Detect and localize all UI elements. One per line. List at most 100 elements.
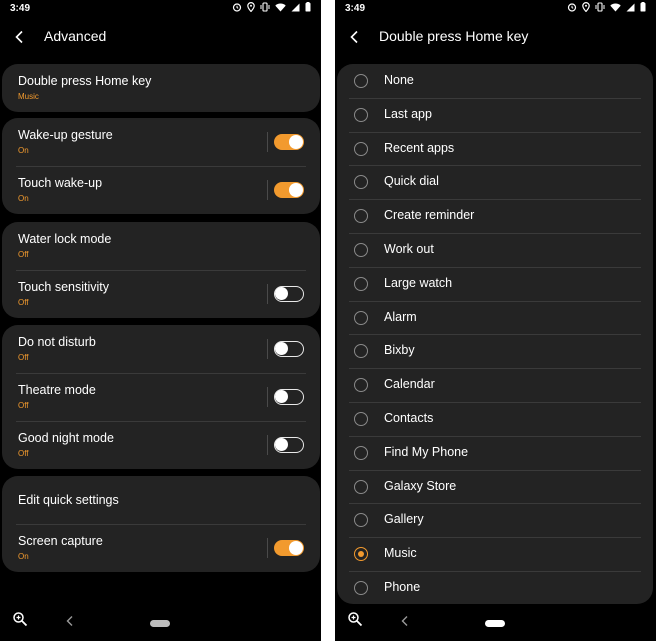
toggle-knob <box>275 342 288 355</box>
option-label: Galaxy Store <box>384 478 457 493</box>
home-icon[interactable] <box>485 620 505 627</box>
option-item[interactable]: Music <box>337 537 653 571</box>
option-label: Alarm <box>384 309 417 324</box>
radio-button[interactable] <box>354 276 368 291</box>
option-item[interactable]: Bixby <box>337 334 653 368</box>
radio-button[interactable] <box>354 411 368 426</box>
option-label: Recent apps <box>384 140 455 155</box>
option-item[interactable]: Galaxy Store <box>337 469 653 504</box>
setting-title: Theatre mode <box>18 383 96 397</box>
option-item[interactable]: Quick dial <box>337 165 653 199</box>
touch-wake-up-toggle[interactable] <box>274 182 304 198</box>
setting-touch-wake-up[interactable]: Touch wake-up On <box>2 166 320 214</box>
radio-button[interactable] <box>354 141 368 156</box>
setting-water-lock-mode[interactable]: Water lock mode Off <box>2 222 320 270</box>
home-icon[interactable] <box>150 620 170 627</box>
back-button[interactable] <box>343 26 365 48</box>
toggle-knob <box>275 287 288 300</box>
back-icon[interactable] <box>64 615 76 627</box>
signal-icon <box>626 3 635 11</box>
option-item[interactable]: Alarm <box>337 300 653 335</box>
setting-value: Off <box>18 449 29 458</box>
setting-value: Off <box>18 250 29 259</box>
option-item[interactable]: Phone <box>337 570 653 604</box>
option-label: Find My Phone <box>384 444 469 459</box>
good-night-mode-toggle[interactable] <box>274 437 304 453</box>
setting-value: Off <box>18 353 29 362</box>
chevron-left-icon <box>15 30 23 44</box>
toggle-divider <box>267 435 268 455</box>
toggle-divider <box>267 538 268 558</box>
setting-good-night-mode[interactable]: Good night mode Off <box>2 421 320 469</box>
signal-icon <box>291 3 300 11</box>
toggle-knob <box>289 541 303 555</box>
option-item[interactable]: Find My Phone <box>337 435 653 470</box>
setting-screen-capture[interactable]: Screen capture On <box>2 524 320 572</box>
setting-value: On <box>18 552 29 561</box>
zoom-icon[interactable] <box>347 611 363 627</box>
theatre-mode-toggle[interactable] <box>274 389 304 405</box>
setting-title: Touch sensitivity <box>18 280 110 294</box>
radio-button[interactable] <box>354 310 368 325</box>
setting-value: On <box>18 194 29 203</box>
option-label: None <box>384 73 414 87</box>
location-icon <box>247 2 255 12</box>
radio-button[interactable] <box>354 107 368 122</box>
setting-title: Screen capture <box>18 534 103 548</box>
option-label: Quick dial <box>384 174 439 189</box>
back-icon[interactable] <box>399 615 411 627</box>
radio-button[interactable] <box>354 344 368 359</box>
option-item[interactable]: Contacts <box>337 401 653 436</box>
setting-edit-quick-settings[interactable]: Edit quick settings <box>2 476 320 524</box>
alarm-icon <box>232 3 242 12</box>
radio-button[interactable] <box>354 209 368 224</box>
settings-group-quick: Edit quick settings Screen capture On <box>2 476 320 572</box>
radio-button[interactable] <box>354 175 368 190</box>
radio-button[interactable] <box>354 580 368 595</box>
setting-title: Edit quick settings <box>18 493 119 507</box>
setting-title: Touch wake-up <box>18 176 103 190</box>
setting-wake-up-gesture[interactable]: Wake-up gesture On <box>2 118 320 166</box>
toggle-knob <box>275 390 288 403</box>
option-label: Calendar <box>384 377 435 392</box>
toggle-divider <box>267 387 268 407</box>
option-label: Last app <box>384 106 432 121</box>
option-item[interactable]: Calendar <box>337 368 653 402</box>
status-icons <box>567 2 646 12</box>
radio-button[interactable] <box>354 74 368 88</box>
screen-capture-toggle[interactable] <box>274 540 304 556</box>
radio-button[interactable] <box>354 378 368 393</box>
setting-do-not-disturb[interactable]: Do not disturb Off <box>2 325 320 373</box>
option-item[interactable]: Last app <box>337 97 653 132</box>
app-header: Double press Home key <box>335 20 656 54</box>
setting-title: Water lock mode <box>18 232 112 246</box>
option-item[interactable]: Gallery <box>337 503 653 537</box>
option-label: Contacts <box>384 410 434 425</box>
navigation-bar <box>335 601 656 641</box>
radio-button[interactable] <box>354 479 368 494</box>
radio-button[interactable] <box>354 513 368 528</box>
wake-up-gesture-toggle[interactable] <box>274 134 304 150</box>
radio-button[interactable] <box>354 445 368 460</box>
app-header: Advanced <box>0 20 321 54</box>
setting-double-press-home-key[interactable]: Double press Home key Music <box>2 64 320 112</box>
location-icon <box>582 2 590 12</box>
page-title: Advanced <box>44 28 107 44</box>
toggle-knob <box>289 135 303 149</box>
touch-sensitivity-toggle[interactable] <box>274 286 304 302</box>
do-not-disturb-toggle[interactable] <box>274 341 304 357</box>
radio-button[interactable] <box>354 242 368 257</box>
option-item[interactable]: Recent apps <box>337 131 653 166</box>
zoom-icon[interactable] <box>12 611 28 627</box>
option-item[interactable]: None <box>337 64 653 98</box>
setting-touch-sensitivity[interactable]: Touch sensitivity Off <box>2 270 320 318</box>
option-item[interactable]: Work out <box>337 232 653 267</box>
toggle-divider <box>267 132 268 152</box>
status-time: 3:49 <box>345 3 366 14</box>
setting-theatre-mode[interactable]: Theatre mode Off <box>2 373 320 421</box>
back-button[interactable] <box>8 26 30 48</box>
radio-button-selected[interactable] <box>354 547 368 562</box>
option-label: Large watch <box>384 275 453 290</box>
option-item[interactable]: Create reminder <box>337 199 653 233</box>
option-item[interactable]: Large watch <box>337 266 653 301</box>
